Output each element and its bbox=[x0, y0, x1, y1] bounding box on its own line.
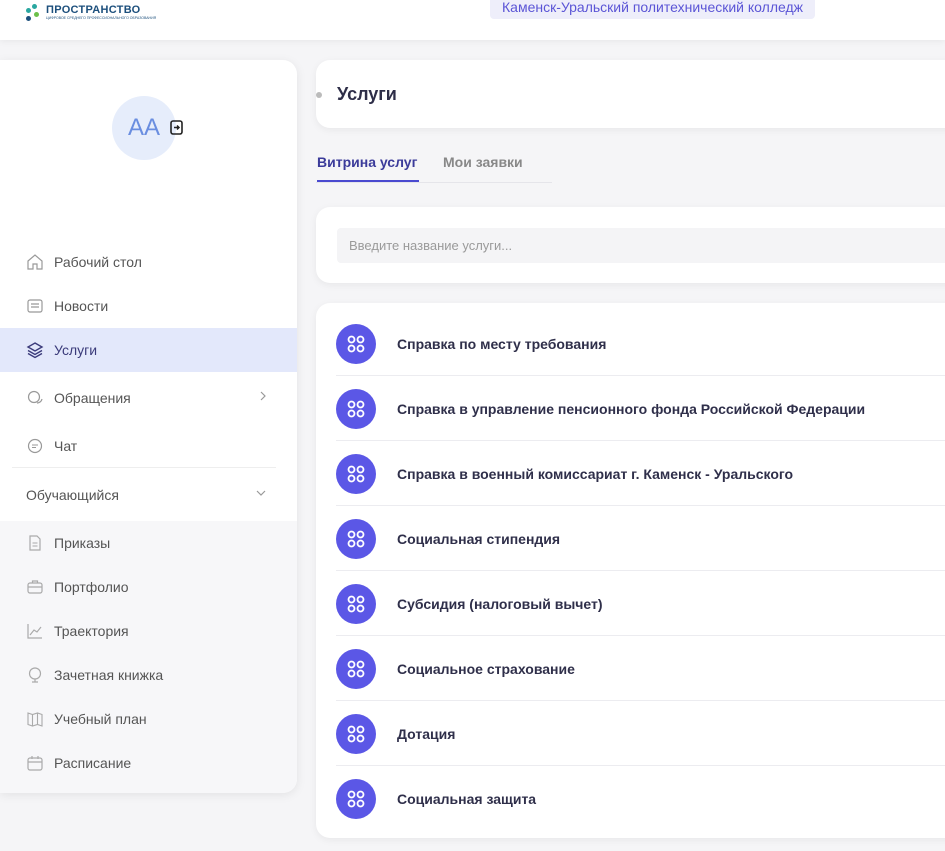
service-name: Справка в военный комиссариат г. Каменск… bbox=[397, 465, 794, 482]
grid-icon bbox=[336, 518, 376, 559]
layers-icon bbox=[26, 341, 44, 359]
list-item[interactable]: Справка в управление пенсионного фонда Р… bbox=[336, 376, 945, 441]
sidebar-item-label: Учебный план bbox=[54, 711, 147, 727]
services-list: Справка по месту требования Справка в уп… bbox=[316, 303, 945, 838]
sidebar-item-portfolio[interactable]: Портфолио bbox=[0, 565, 297, 609]
sidebar: AA Рабочий стол Новости Услуги Обращения… bbox=[0, 60, 297, 793]
list-item[interactable]: Социальная защита bbox=[336, 766, 945, 831]
sidebar-item-study-plan[interactable]: Учебный план bbox=[0, 697, 297, 741]
avatar[interactable]: AA bbox=[112, 96, 176, 160]
logo-subtitle: ЦИФРОВОЕ СРЕДНЕГО ПРОФЕССИОНАЛЬНОГО ОБРА… bbox=[46, 16, 157, 20]
college-name: Каменск-Уральский политехнический коллед… bbox=[490, 0, 816, 19]
book-icon bbox=[26, 710, 44, 728]
sidebar-item-label: Рабочий стол bbox=[54, 254, 142, 270]
list-item[interactable]: Социальное страхование bbox=[336, 636, 945, 701]
list-item[interactable]: Справка в военный комиссариат г. Каменск… bbox=[336, 441, 945, 506]
tab-showcase[interactable]: Витрина услуг bbox=[317, 154, 417, 170]
list-item[interactable]: Социальная стипендия bbox=[336, 506, 945, 571]
grid-icon bbox=[336, 388, 376, 429]
service-name: Социальное страхование bbox=[397, 660, 575, 677]
service-name: Социальная защита bbox=[397, 790, 537, 807]
sidebar-item-label: Услуги bbox=[54, 342, 98, 358]
search-input[interactable] bbox=[337, 228, 945, 263]
grid-icon bbox=[336, 778, 376, 819]
sidebar-item-label: Расписание bbox=[54, 755, 132, 771]
title-dot bbox=[316, 92, 322, 98]
top-bar: ПРОСТРАНСТВО ЦИФРОВОЕ СРЕДНЕГО ПРОФЕССИО… bbox=[0, 0, 945, 40]
sidebar-item-chat[interactable]: Чат bbox=[0, 424, 297, 468]
grid-icon bbox=[336, 323, 376, 364]
logo[interactable]: ПРОСТРАНСТВО ЦИФРОВОЕ СРЕДНЕГО ПРОФЕССИО… bbox=[24, 0, 156, 21]
sidebar-item-label: Траектория bbox=[54, 623, 129, 639]
sidebar-item-news[interactable]: Новости bbox=[0, 284, 297, 328]
service-name: Социальная стипендия bbox=[397, 530, 561, 547]
briefcase-icon bbox=[26, 578, 44, 596]
chevron-right-icon[interactable] bbox=[257, 390, 269, 402]
page-title: Услуги bbox=[337, 84, 397, 104]
sidebar-item-label: Зачетная книжка bbox=[54, 667, 164, 683]
sidebar-item-label: Приказы bbox=[54, 535, 111, 551]
sidebar-item-grade-book[interactable]: Зачетная книжка bbox=[0, 653, 297, 697]
sidebar-item-desktop[interactable]: Рабочий стол bbox=[0, 240, 297, 284]
chat-icon bbox=[26, 437, 44, 455]
home-icon bbox=[26, 253, 44, 271]
trend-icon bbox=[26, 622, 44, 640]
grade-book-icon bbox=[26, 666, 44, 684]
active-tab-indicator bbox=[317, 180, 419, 182]
list-item[interactable]: Дотация bbox=[336, 701, 945, 766]
grid-icon bbox=[336, 713, 376, 754]
list-item[interactable]: Субсидия (налоговый вычет) bbox=[336, 571, 945, 636]
sidebar-item-services[interactable]: Услуги bbox=[0, 328, 297, 372]
grid-icon bbox=[336, 583, 376, 624]
news-icon bbox=[26, 297, 44, 315]
sidebar-item-schedule[interactable]: Расписание bbox=[0, 741, 297, 785]
sidebar-divider bbox=[12, 467, 276, 468]
tab-my-requests[interactable]: Мои заявки bbox=[443, 154, 523, 170]
service-name: Справка в управление пенсионного фонда Р… bbox=[397, 400, 866, 417]
page-header: Услуги bbox=[316, 60, 945, 128]
tabs: Витрина услуг Мои заявки bbox=[316, 150, 552, 183]
sidebar-item-label: Портфолио bbox=[54, 579, 129, 595]
search-card bbox=[316, 207, 945, 283]
logout-icon[interactable] bbox=[170, 120, 183, 135]
sidebar-item-trajectory[interactable]: Траектория bbox=[0, 609, 297, 653]
sidebar-item-requests[interactable]: Обращения bbox=[0, 376, 297, 420]
sidebar-group-label: Обучающийся bbox=[26, 487, 119, 503]
calendar-icon bbox=[26, 754, 44, 772]
list-item[interactable]: Справка по месту требования bbox=[336, 311, 945, 376]
service-name: Субсидия (налоговый вычет) bbox=[397, 595, 603, 612]
logo-icon bbox=[24, 0, 42, 21]
sidebar-group-student[interactable]: Обучающийся bbox=[0, 473, 297, 517]
grid-icon bbox=[336, 648, 376, 689]
chevron-down-icon[interactable] bbox=[255, 487, 267, 499]
document-icon bbox=[26, 534, 44, 552]
sidebar-item-orders[interactable]: Приказы bbox=[0, 521, 297, 565]
service-name: Справка по месту требования bbox=[397, 335, 607, 352]
sidebar-item-label: Новости bbox=[54, 298, 109, 314]
chat-bubbles-icon bbox=[26, 389, 44, 407]
grid-icon bbox=[336, 453, 376, 494]
service-name: Дотация bbox=[397, 725, 456, 742]
sidebar-item-label: Обращения bbox=[54, 390, 131, 406]
logo-title: ПРОСТРАНСТВО bbox=[46, 4, 141, 16]
sidebar-item-label: Чат bbox=[54, 438, 78, 454]
